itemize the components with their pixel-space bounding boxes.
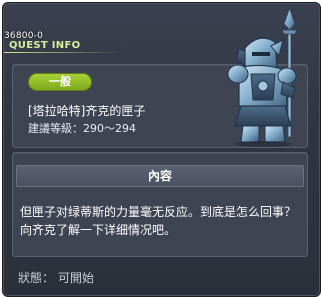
- title-underline: [4, 52, 122, 53]
- quest-info-title: QUEST INFO: [9, 40, 81, 51]
- status-value: 可開始: [58, 271, 95, 285]
- level-requirement: 建議等級：290～294: [28, 122, 136, 135]
- quest-name: [塔拉哈特]齐克的匣子: [28, 104, 146, 118]
- quest-status: 狀態： 可開始: [18, 269, 94, 286]
- status-label: 狀態：: [18, 271, 55, 285]
- content-header: 內容: [16, 165, 304, 187]
- armored-knight-icon: [227, 8, 298, 147]
- quest-type-badge: 一般: [28, 73, 92, 91]
- quest-content-panel: 內容 但匣子对绿蒂斯的力量毫无反应。到底是怎么回事？向齐克了解一下详细情况吧。: [12, 152, 308, 257]
- quest-description: 但匣子对绿蒂斯的力量毫无反应。到底是怎么回事？向齐克了解一下详细情况吧。: [20, 205, 297, 237]
